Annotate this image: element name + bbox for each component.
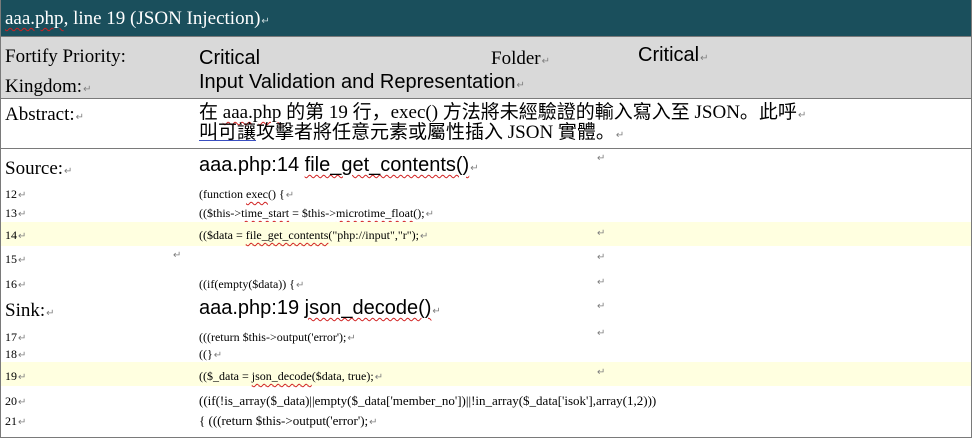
paragraph-mark-icon: ↵ xyxy=(516,80,525,91)
abstract-label: Abstract:↵ xyxy=(5,104,85,125)
sink-label: Sink:↵ xyxy=(5,300,55,321)
code-line: (($_data = json_decode($data, true);↵ xyxy=(199,369,384,383)
paragraph-mark-icon: ↵ xyxy=(541,56,550,67)
priority-label: Fortify Priority: xyxy=(5,46,126,67)
code-line: { (((return $this->output('error');↵ xyxy=(199,413,378,428)
line-number: 15↵ xyxy=(5,252,27,266)
issue-title-rest: , line 19 (JSON Injection) xyxy=(63,8,261,29)
highlighted-row-source xyxy=(0,222,972,246)
line-number: 16↵ xyxy=(5,277,27,291)
source-label: Source:↵ xyxy=(5,158,73,179)
line-number: 12↵ xyxy=(5,187,27,201)
divider-line xyxy=(0,148,972,149)
paragraph-mark-icon: ↵ xyxy=(597,252,606,263)
divider-line xyxy=(0,98,972,99)
line-number: 19↵ xyxy=(5,369,27,383)
line-number: 20↵ xyxy=(5,394,27,408)
paragraph-mark-icon: ↵ xyxy=(64,166,73,177)
paragraph-mark-icon: ↵ xyxy=(83,84,92,95)
kingdom-value: Input Validation and Representation↵ xyxy=(199,71,525,93)
code-line: (((return $this->output('error');↵ xyxy=(199,330,356,344)
table-left-border xyxy=(0,0,1,438)
folder-value: Critical↵ xyxy=(638,44,709,66)
line-number: 17↵ xyxy=(5,330,27,344)
priority-value: Critical xyxy=(199,47,261,69)
kingdom-label: Kingdom:↵ xyxy=(5,76,92,97)
paragraph-mark-icon: ↵ xyxy=(615,130,625,141)
paragraph-mark-icon: ↵ xyxy=(597,228,606,239)
code-line: ((if(empty($data)) {↵ xyxy=(199,277,305,291)
sink-location: aaa.php:19 json_decode()↵ xyxy=(199,297,441,319)
source-location: aaa.php:14 file_get_contents()↵ xyxy=(199,154,479,176)
paragraph-mark-icon: ↵ xyxy=(797,110,807,121)
paragraph-mark-icon: ↵ xyxy=(597,153,606,164)
paragraph-mark-icon: ↵ xyxy=(597,367,606,378)
vulnerability-report: aaa.php, line 19 (JSON Injection)↵ Forti… xyxy=(0,0,972,438)
paragraph-mark-icon: ↵ xyxy=(173,250,182,261)
divider-line xyxy=(0,36,972,37)
paragraph-mark-icon: ↵ xyxy=(700,53,709,64)
paragraph-mark-icon: ↵ xyxy=(75,112,85,123)
abstract-line-2: 叫可讓攻擊者將任意元素或屬性插入 JSON 實體。↵ xyxy=(199,122,625,143)
code-line: (($data = file_get_contents("php://input… xyxy=(199,228,429,242)
paragraph-mark-icon: ↵ xyxy=(597,328,606,339)
highlighted-row-sink xyxy=(0,362,972,386)
paragraph-mark-icon: ↵ xyxy=(432,306,441,317)
code-line: ((if(!is_array($_data)||empty($_data['me… xyxy=(199,393,657,408)
folder-label: Folder↵ xyxy=(491,48,550,69)
line-number: 13↵ xyxy=(5,206,27,220)
code-line: (($this->time_start = $this->microtime_f… xyxy=(199,206,434,220)
paragraph-mark-icon: ↵ xyxy=(46,308,55,319)
paragraph-mark-icon: ↵ xyxy=(597,277,606,288)
issue-title-file: aaa.php xyxy=(5,8,64,29)
line-number: 21↵ xyxy=(5,414,27,428)
line-number: 14↵ xyxy=(5,228,27,242)
source-function: file_get_contents() xyxy=(304,154,470,176)
sink-function: json_decode() xyxy=(304,297,432,319)
line-number: 18↵ xyxy=(5,347,27,361)
code-line: (function exec() {↵ xyxy=(199,187,295,201)
paragraph-mark-icon: ↵ xyxy=(470,163,479,174)
issue-title: aaa.php, line 19 (JSON Injection)↵ xyxy=(5,8,270,30)
code-line: ((}↵ xyxy=(199,347,223,361)
paragraph-mark-icon: ↵ xyxy=(597,301,606,312)
paragraph-mark-icon: ↵ xyxy=(261,16,270,27)
issue-title-bar: aaa.php, line 19 (JSON Injection)↵ xyxy=(0,0,972,36)
